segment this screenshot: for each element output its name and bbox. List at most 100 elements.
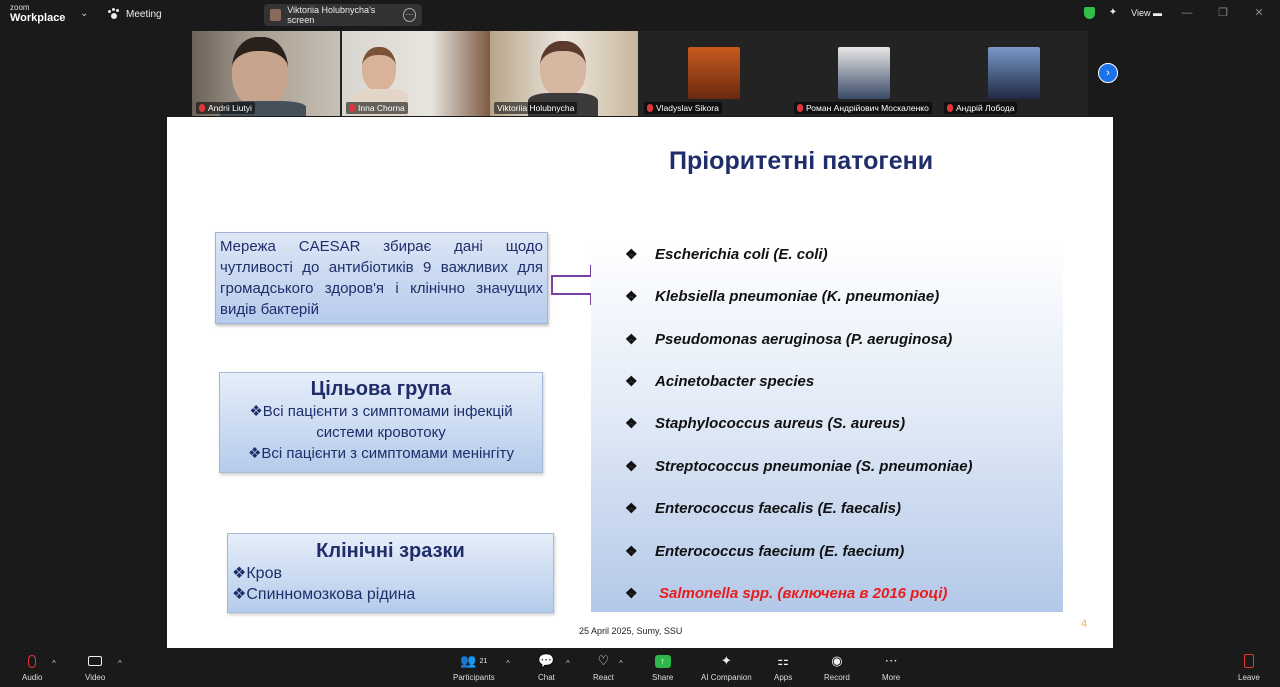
- share-button[interactable]: ↑ Share: [652, 652, 673, 682]
- more-options-icon[interactable]: ···: [402, 8, 416, 22]
- sharer-avatar-icon: [270, 9, 282, 21]
- ai-companion-button[interactable]: ✦ AI Companion: [701, 652, 752, 682]
- video-label: Video: [85, 673, 106, 682]
- target-group-line: системи кровотоку: [316, 424, 446, 441]
- participant-tile[interactable]: Vladyslav Sikora: [640, 31, 788, 116]
- react-caret-icon[interactable]: ^: [619, 659, 623, 668]
- more-icon: ⋯: [884, 653, 898, 668]
- samples-line: ❖Кров: [232, 565, 282, 582]
- avatar: [688, 47, 740, 99]
- more-label: More: [882, 673, 901, 682]
- mic-muted-icon: [797, 104, 803, 112]
- participants-icon: 👥 21: [460, 653, 488, 668]
- meeting-label: Meeting: [126, 8, 162, 20]
- view-button[interactable]: View ▬: [1131, 8, 1162, 18]
- zoom-logo: zoom Workplace: [10, 4, 65, 24]
- meeting-icon: [108, 8, 120, 20]
- logo-workplace: Workplace: [10, 12, 66, 24]
- mic-muted-icon: [647, 104, 653, 112]
- ai-sparkle-icon: ✦: [720, 653, 732, 668]
- participant-tile[interactable]: Inna Chorna: [342, 31, 490, 116]
- pathogen-item: ❖ Acinetobacter species: [625, 373, 815, 390]
- screen-share-pill[interactable]: Viktoriia Holubnycha's screen ···: [264, 4, 422, 26]
- participants-label: Participants: [453, 673, 495, 682]
- chat-button[interactable]: 💬 Chat: [538, 652, 555, 682]
- camera-icon: [88, 652, 103, 670]
- participant-name: Андрій Лобода: [944, 102, 1018, 114]
- react-button[interactable]: ♡ React: [593, 652, 614, 682]
- avatar: [988, 47, 1040, 99]
- participant-tile[interactable]: Андрій Лобода: [940, 31, 1088, 116]
- next-page-arrow-icon[interactable]: ›: [1098, 63, 1118, 83]
- close-icon[interactable]: ✕: [1248, 6, 1270, 19]
- pathogen-item: ❖ Staphylococcus aureus (S. aureus): [625, 415, 906, 432]
- apps-icon: ⚏: [777, 653, 789, 668]
- pathogen-item: ❖ Streptococcus pneumoniae (S. pneumoniae…: [625, 458, 973, 475]
- person-head: [540, 41, 586, 97]
- pathogen-item-highlight: ❖ Salmonella spp. (включена в 2016 році): [625, 585, 948, 602]
- participants-button[interactable]: 👥 21 Participants: [453, 652, 495, 682]
- samples-heading: Клінічні зразки: [316, 540, 465, 562]
- participants-caret-icon[interactable]: ^: [506, 659, 510, 668]
- clinical-samples-box: Клінічні зразки ❖Кров ❖Спинномозкова рід…: [227, 533, 554, 613]
- ai-sparkle-icon[interactable]: ✦: [1109, 7, 1117, 18]
- pathogens-panel: ❖ Escherichia coli (E. coli) ❖ Klebsiella …: [591, 240, 1063, 612]
- minimize-icon[interactable]: —: [1176, 7, 1198, 19]
- meeting-toolbar: Audio ^ Video ^ 👥 21 Participants ^ 💬 Cha…: [0, 648, 1280, 687]
- pathogen-item: ❖ Enterococcus faecium (E. faecium): [625, 543, 905, 560]
- participant-name: Viktoriia Holubnycha: [494, 102, 578, 114]
- person-head: [232, 37, 288, 107]
- participant-name: Inna Chorna: [346, 102, 408, 114]
- meeting-menu[interactable]: Meeting: [108, 8, 162, 20]
- chat-icon: 💬: [538, 653, 555, 668]
- caesar-textbox: Мережа CAESAR збирає дані щодо чутливост…: [215, 232, 548, 324]
- audio-options-caret-icon[interactable]: ^: [52, 659, 56, 668]
- share-icon: ↑: [654, 652, 671, 670]
- target-group-line: ❖Всі пацієнти з симптомами менінгіту: [247, 445, 514, 462]
- target-group-box: Цільова група ❖Всі пацієнти з симптомами…: [219, 372, 543, 473]
- maximize-icon[interactable]: ❐: [1212, 6, 1234, 19]
- top-right-controls: ✦ View ▬ — ❐ ✕: [1083, 6, 1270, 19]
- view-label: View: [1131, 7, 1151, 18]
- participant-tile[interactable]: Andrii Liutyi: [192, 31, 340, 116]
- participant-tile-active[interactable]: Viktoriia Holubnycha: [490, 31, 638, 116]
- react-icon: ♡: [597, 653, 610, 668]
- participants-count: 21: [479, 657, 488, 665]
- person-head: [362, 47, 396, 91]
- ai-companion-label: AI Companion: [701, 673, 752, 682]
- pathogen-item: ❖ Pseudomonas aeruginosa (P. aeruginosa): [625, 331, 953, 348]
- mic-muted-icon: [349, 104, 355, 112]
- samples-line: ❖Спинномозкова рідина: [232, 586, 416, 603]
- audio-button[interactable]: Audio: [22, 652, 42, 682]
- apps-label: Apps: [774, 673, 793, 682]
- apps-button[interactable]: ⚏ Apps: [774, 652, 792, 682]
- leave-button[interactable]: Leave: [1238, 652, 1260, 682]
- chat-caret-icon[interactable]: ^: [566, 659, 570, 668]
- react-label: React: [593, 673, 614, 682]
- leave-door-icon: [1243, 652, 1254, 670]
- slide-page-number: 4: [1081, 618, 1088, 630]
- participant-name: Andrii Liutyi: [196, 102, 255, 114]
- participant-name: Vladyslav Sikora: [644, 102, 722, 114]
- top-bar: zoom Workplace ⌄ Meeting Viktoriia Holub…: [0, 0, 1280, 30]
- shared-slide: Пріоритетні патогени Мережа CAESAR збира…: [167, 117, 1113, 648]
- audio-label: Audio: [22, 673, 43, 682]
- share-label: Share: [652, 673, 674, 682]
- mic-muted-icon: [28, 652, 37, 670]
- more-button[interactable]: ⋯ More: [882, 652, 900, 682]
- video-button[interactable]: Video: [85, 652, 105, 682]
- screen-share-label: Viktoriia Holubnycha's screen: [287, 5, 376, 25]
- leave-label: Leave: [1238, 673, 1260, 682]
- participant-name: Роман Андрійович Москаленко: [794, 102, 932, 114]
- video-options-caret-icon[interactable]: ^: [118, 659, 122, 668]
- target-group-line: ❖Всі пацієнти з симптомами інфекцій: [249, 403, 513, 420]
- pathogen-item: ❖ Escherichia coli (E. coli): [625, 246, 828, 263]
- participant-tile[interactable]: Роман Андрійович Москаленко: [790, 31, 938, 116]
- chevron-down-icon[interactable]: ⌄: [80, 8, 88, 19]
- record-icon: ◉: [831, 653, 843, 668]
- record-button[interactable]: ◉ Record: [824, 652, 850, 682]
- record-label: Record: [824, 673, 850, 682]
- chat-label: Chat: [538, 673, 555, 682]
- encryption-shield-icon[interactable]: [1083, 6, 1095, 19]
- avatar: [838, 47, 890, 99]
